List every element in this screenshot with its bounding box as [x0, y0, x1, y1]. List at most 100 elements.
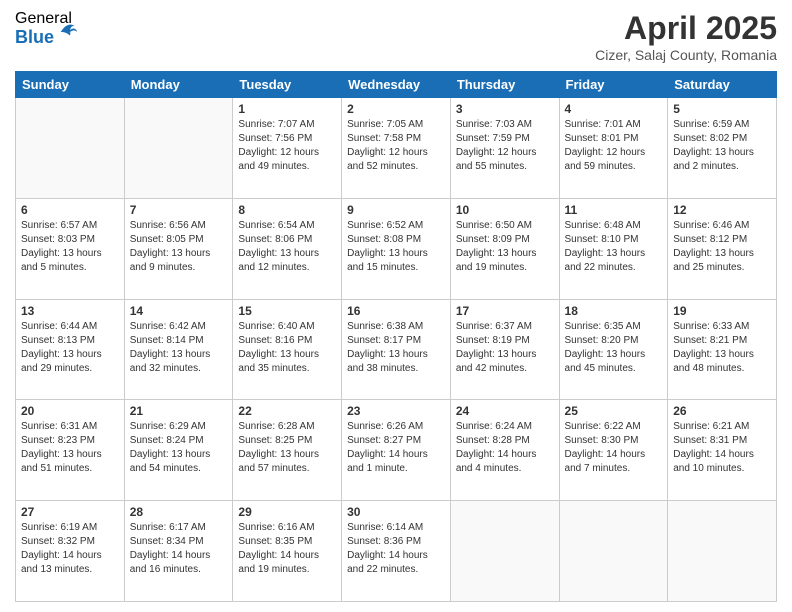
day-info: Sunrise: 6:54 AMSunset: 8:06 PMDaylight:…: [238, 219, 336, 275]
col-wednesday: Wednesday: [342, 72, 451, 98]
day-number: 21: [130, 404, 228, 418]
day-number: 28: [130, 505, 228, 519]
day-number: 15: [238, 304, 336, 318]
day-info: Sunrise: 6:21 AMSunset: 8:31 PMDaylight:…: [673, 420, 771, 476]
day-info: Sunrise: 6:46 AMSunset: 8:12 PMDaylight:…: [673, 219, 771, 275]
day-info: Sunrise: 6:28 AMSunset: 8:25 PMDaylight:…: [238, 420, 336, 476]
day-info: Sunrise: 7:03 AMSunset: 7:59 PMDaylight:…: [456, 118, 554, 174]
day-info: Sunrise: 6:50 AMSunset: 8:09 PMDaylight:…: [456, 219, 554, 275]
calendar-cell: 19Sunrise: 6:33 AMSunset: 8:21 PMDayligh…: [668, 299, 777, 400]
calendar-cell: 13Sunrise: 6:44 AMSunset: 8:13 PMDayligh…: [16, 299, 125, 400]
calendar-cell: 14 Sunrise: 6:42 AMSunset: 8:14 PMDayligh…: [124, 299, 233, 400]
day-number: 1: [238, 102, 336, 116]
logo: General Blue: [15, 10, 79, 47]
calendar-week-row: 20 Sunrise: 6:31 AMSunset: 8:23 PMDayligh…: [16, 400, 777, 501]
calendar-cell: 7 Sunrise: 6:56 AMSunset: 8:05 PMDaylight…: [124, 198, 233, 299]
calendar-table: Sunday Monday Tuesday Wednesday Thursday…: [15, 71, 777, 602]
day-number: 14: [130, 304, 228, 318]
calendar-cell: 22Sunrise: 6:28 AMSunset: 8:25 PMDayligh…: [233, 400, 342, 501]
day-number: 7: [130, 203, 228, 217]
calendar-cell: 3 Sunrise: 7:03 AMSunset: 7:59 PMDaylight…: [450, 98, 559, 199]
day-number: 10: [456, 203, 554, 217]
col-saturday: Saturday: [668, 72, 777, 98]
col-friday: Friday: [559, 72, 668, 98]
calendar-cell: 6 Sunrise: 6:57 AMSunset: 8:03 PMDaylight…: [16, 198, 125, 299]
day-number: 5: [673, 102, 771, 116]
day-number: 27: [21, 505, 119, 519]
calendar-cell: [559, 501, 668, 602]
day-info: Sunrise: 6:56 AMSunset: 8:05 PMDaylight:…: [130, 219, 228, 275]
calendar-cell: 12 Sunrise: 6:46 AMSunset: 8:12 PMDayligh…: [668, 198, 777, 299]
calendar-cell: [16, 98, 125, 199]
day-number: 9: [347, 203, 445, 217]
day-info: Sunrise: 6:29 AMSunset: 8:24 PMDaylight:…: [130, 420, 228, 476]
day-number: 8: [238, 203, 336, 217]
day-info: Sunrise: 6:57 AMSunset: 8:03 PMDaylight:…: [21, 219, 119, 275]
day-info: Sunrise: 6:14 AMSunset: 8:36 PMDaylight:…: [347, 521, 445, 577]
col-thursday: Thursday: [450, 72, 559, 98]
calendar-cell: 10 Sunrise: 6:50 AMSunset: 8:09 PMDayligh…: [450, 198, 559, 299]
calendar-cell: 28Sunrise: 6:17 AMSunset: 8:34 PMDayligh…: [124, 501, 233, 602]
day-info: Sunrise: 6:59 AMSunset: 8:02 PMDaylight:…: [673, 118, 771, 174]
col-monday: Monday: [124, 72, 233, 98]
month-title: April 2025: [595, 10, 777, 47]
day-number: 19: [673, 304, 771, 318]
calendar-cell: 17Sunrise: 6:37 AMSunset: 8:19 PMDayligh…: [450, 299, 559, 400]
day-number: 20: [21, 404, 119, 418]
day-info: Sunrise: 6:24 AMSunset: 8:28 PMDaylight:…: [456, 420, 554, 476]
header: General Blue April 2025 Cizer, Salaj Cou…: [15, 10, 777, 63]
day-number: 30: [347, 505, 445, 519]
location: Cizer, Salaj County, Romania: [595, 47, 777, 63]
page: General Blue April 2025 Cizer, Salaj Cou…: [0, 0, 792, 612]
day-number: 23: [347, 404, 445, 418]
calendar-cell: 8 Sunrise: 6:54 AMSunset: 8:06 PMDaylight…: [233, 198, 342, 299]
calendar-cell: 30 Sunrise: 6:14 AMSunset: 8:36 PMDayligh…: [342, 501, 451, 602]
day-info: Sunrise: 6:40 AMSunset: 8:16 PMDaylight:…: [238, 320, 336, 376]
day-info: Sunrise: 6:52 AMSunset: 8:08 PMDaylight:…: [347, 219, 445, 275]
day-info: Sunrise: 6:22 AMSunset: 8:30 PMDaylight:…: [565, 420, 663, 476]
calendar-week-row: 13Sunrise: 6:44 AMSunset: 8:13 PMDayligh…: [16, 299, 777, 400]
calendar-header-row: Sunday Monday Tuesday Wednesday Thursday…: [16, 72, 777, 98]
calendar-cell: 24 Sunrise: 6:24 AMSunset: 8:28 PMDayligh…: [450, 400, 559, 501]
day-number: 24: [456, 404, 554, 418]
logo-text: General Blue: [15, 10, 79, 47]
day-number: 18: [565, 304, 663, 318]
day-info: Sunrise: 6:42 AMSunset: 8:14 PMDaylight:…: [130, 320, 228, 376]
day-number: 3: [456, 102, 554, 116]
day-number: 6: [21, 203, 119, 217]
calendar-cell: 15 Sunrise: 6:40 AMSunset: 8:16 PMDayligh…: [233, 299, 342, 400]
day-info: Sunrise: 7:05 AMSunset: 7:58 PMDaylight:…: [347, 118, 445, 174]
calendar-cell: 5 Sunrise: 6:59 AMSunset: 8:02 PMDaylight…: [668, 98, 777, 199]
calendar-cell: 20 Sunrise: 6:31 AMSunset: 8:23 PMDayligh…: [16, 400, 125, 501]
day-info: Sunrise: 6:26 AMSunset: 8:27 PMDaylight:…: [347, 420, 445, 476]
day-info: Sunrise: 6:37 AMSunset: 8:19 PMDaylight:…: [456, 320, 554, 376]
logo-icon: [57, 19, 79, 41]
calendar-cell: 2 Sunrise: 7:05 AMSunset: 7:58 PMDaylight…: [342, 98, 451, 199]
logo-blue: Blue: [15, 28, 54, 48]
day-info: Sunrise: 6:31 AMSunset: 8:23 PMDaylight:…: [21, 420, 119, 476]
calendar-cell: 26Sunrise: 6:21 AMSunset: 8:31 PMDayligh…: [668, 400, 777, 501]
calendar-week-row: 1Sunrise: 7:07 AMSunset: 7:56 PMDaylight…: [16, 98, 777, 199]
calendar-cell: 16Sunrise: 6:38 AMSunset: 8:17 PMDayligh…: [342, 299, 451, 400]
calendar-cell: 18 Sunrise: 6:35 AMSunset: 8:20 PMDayligh…: [559, 299, 668, 400]
day-number: 4: [565, 102, 663, 116]
day-number: 13: [21, 304, 119, 318]
calendar-cell: 1Sunrise: 7:07 AMSunset: 7:56 PMDaylight…: [233, 98, 342, 199]
day-number: 2: [347, 102, 445, 116]
calendar-cell: 27 Sunrise: 6:19 AMSunset: 8:32 PMDayligh…: [16, 501, 125, 602]
day-info: Sunrise: 6:19 AMSunset: 8:32 PMDaylight:…: [21, 521, 119, 577]
day-number: 11: [565, 203, 663, 217]
day-number: 12: [673, 203, 771, 217]
day-number: 25: [565, 404, 663, 418]
day-info: Sunrise: 7:01 AMSunset: 8:01 PMDaylight:…: [565, 118, 663, 174]
calendar-cell: [668, 501, 777, 602]
calendar-cell: [450, 501, 559, 602]
col-sunday: Sunday: [16, 72, 125, 98]
day-info: Sunrise: 6:38 AMSunset: 8:17 PMDaylight:…: [347, 320, 445, 376]
title-area: April 2025 Cizer, Salaj County, Romania: [595, 10, 777, 63]
day-info: Sunrise: 6:35 AMSunset: 8:20 PMDaylight:…: [565, 320, 663, 376]
calendar-week-row: 27 Sunrise: 6:19 AMSunset: 8:32 PMDayligh…: [16, 501, 777, 602]
calendar-cell: [124, 98, 233, 199]
calendar-cell: 25 Sunrise: 6:22 AMSunset: 8:30 PMDayligh…: [559, 400, 668, 501]
calendar-cell: 21 Sunrise: 6:29 AMSunset: 8:24 PMDayligh…: [124, 400, 233, 501]
